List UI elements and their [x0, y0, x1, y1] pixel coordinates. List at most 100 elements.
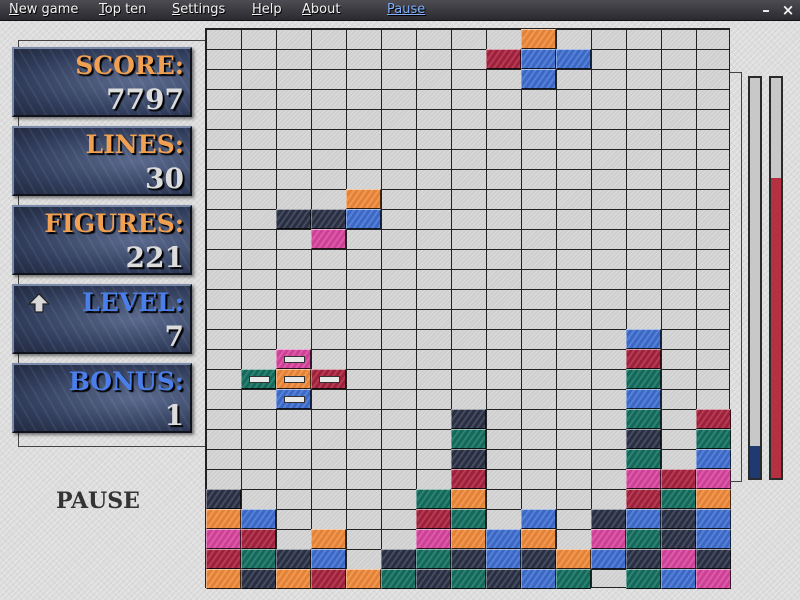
- block-cell: [661, 469, 696, 489]
- block-cell: [241, 529, 276, 549]
- block-cell: [626, 549, 661, 569]
- block-cell: [626, 489, 661, 509]
- block-cell: [206, 509, 241, 529]
- block-cell: [626, 449, 661, 469]
- bonus-meter: [769, 76, 783, 480]
- block-cell: [311, 549, 346, 569]
- block-cell: [626, 349, 661, 369]
- block-cell: [241, 509, 276, 529]
- block-cell: [696, 469, 731, 489]
- pause-status: PAUSE: [56, 488, 140, 514]
- block-cell: [451, 549, 486, 569]
- block-cell: [521, 569, 556, 589]
- bonus-cell: [276, 389, 311, 409]
- block-cell: [241, 549, 276, 569]
- arrow-up-icon[interactable]: [28, 292, 50, 314]
- minimize-icon[interactable]: –: [758, 2, 774, 18]
- bonus-cell: [241, 369, 276, 389]
- block-cell: [591, 509, 626, 529]
- block-cell: [381, 569, 416, 589]
- block-cell: [696, 449, 731, 469]
- block-cell: [521, 49, 556, 69]
- block-cell: [696, 509, 731, 529]
- game-board[interactable]: [205, 28, 731, 589]
- speed-meter-fill: [750, 446, 760, 478]
- block-cell: [451, 529, 486, 549]
- block-cell: [591, 529, 626, 549]
- block-cell: [311, 229, 346, 249]
- figures-value: 221: [125, 241, 184, 274]
- block-cell: [626, 509, 661, 529]
- score-value: 7797: [106, 83, 184, 116]
- bonus-meter-fill: [771, 178, 781, 478]
- block-cell: [626, 389, 661, 409]
- block-cell: [346, 209, 381, 229]
- menu-top-ten[interactable]: Top ten: [99, 1, 146, 19]
- block-cell: [451, 409, 486, 429]
- level-value: 7: [164, 320, 184, 353]
- block-cell: [346, 189, 381, 209]
- block-cell: [626, 429, 661, 449]
- block-cell: [591, 549, 626, 569]
- menu-new-game[interactable]: New game: [9, 1, 78, 19]
- block-cell: [521, 549, 556, 569]
- block-cell: [311, 209, 346, 229]
- score-panel: SCORE: 7797: [12, 47, 192, 117]
- block-cell: [661, 489, 696, 509]
- block-cell: [276, 569, 311, 589]
- speed-meter: [748, 76, 762, 480]
- block-cell: [206, 569, 241, 589]
- block-cell: [206, 489, 241, 509]
- block-cell: [626, 569, 661, 589]
- block-cell: [696, 569, 731, 589]
- menu-about[interactable]: About: [302, 1, 340, 19]
- bonus-cell: [311, 369, 346, 389]
- block-cell: [451, 569, 486, 589]
- block-cell: [451, 469, 486, 489]
- menu-bar: New game Top ten Settings Help About Pau…: [0, 0, 800, 21]
- bonus-label: BONUS:: [68, 367, 184, 396]
- block-cell: [661, 509, 696, 529]
- menu-settings[interactable]: Settings: [172, 1, 225, 19]
- block-cell: [521, 529, 556, 549]
- block-cell: [416, 549, 451, 569]
- block-cell: [661, 549, 696, 569]
- block-cell: [556, 49, 591, 69]
- block-cell: [626, 409, 661, 429]
- block-cell: [206, 549, 241, 569]
- block-cell: [696, 489, 731, 509]
- block-cell: [276, 549, 311, 569]
- block-cell: [241, 569, 276, 589]
- block-cell: [276, 209, 311, 229]
- block-cell: [486, 529, 521, 549]
- meter-bracket: [730, 72, 742, 482]
- block-cell: [521, 69, 556, 89]
- block-cell: [486, 569, 521, 589]
- bonus-panel: BONUS: 1: [12, 363, 192, 433]
- level-label: LEVEL:: [82, 288, 184, 317]
- lines-label: LINES:: [85, 130, 184, 159]
- level-panel: LEVEL: 7: [12, 284, 192, 354]
- block-cell: [661, 529, 696, 549]
- block-cell: [346, 569, 381, 589]
- block-cell: [696, 409, 731, 429]
- block-cell: [521, 509, 556, 529]
- block-cell: [451, 489, 486, 509]
- block-cell: [486, 49, 521, 69]
- menu-pause[interactable]: Pause: [387, 1, 425, 19]
- close-icon[interactable]: ×: [780, 2, 796, 18]
- block-cell: [626, 469, 661, 489]
- block-cell: [311, 569, 346, 589]
- block-cell: [416, 509, 451, 529]
- block-cell: [451, 429, 486, 449]
- block-cell: [626, 529, 661, 549]
- block-cell: [416, 489, 451, 509]
- block-cell: [556, 569, 591, 589]
- block-cell: [486, 549, 521, 569]
- lines-value: 30: [145, 162, 184, 195]
- bonus-value: 1: [164, 399, 184, 432]
- block-cell: [381, 549, 416, 569]
- score-label: SCORE:: [75, 51, 184, 80]
- menu-help[interactable]: Help: [252, 1, 282, 19]
- bonus-cell: [276, 369, 311, 389]
